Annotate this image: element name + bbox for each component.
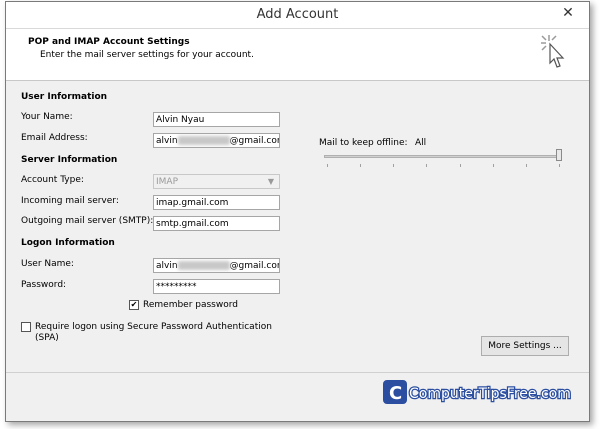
slider-tick	[492, 164, 494, 167]
close-button[interactable]: ✕	[555, 4, 581, 22]
spa-label-line2: (SPA)	[35, 333, 59, 343]
watermark-text: ComputerTipsFree.com	[409, 386, 571, 402]
email-prefix: alvin	[156, 136, 178, 146]
outgoing-server-input[interactable]: smtp.gmail.com	[153, 216, 280, 231]
email-address-input[interactable]: alvin @gmail.com	[153, 133, 280, 148]
header-subtitle: Enter the mail server settings for your …	[40, 50, 254, 60]
password-input[interactable]: *********	[153, 279, 280, 294]
mail-offline-label: Mail to keep offline:	[319, 138, 408, 148]
account-type-label: Account Type:	[21, 175, 84, 185]
password-label: Password:	[21, 280, 67, 290]
user-info-heading: User Information	[21, 92, 108, 102]
username-prefix: alvin	[156, 261, 178, 271]
footer-divider	[6, 372, 589, 373]
offline-slider-track[interactable]	[324, 155, 562, 158]
remember-password-checkbox[interactable]: ✔	[129, 300, 139, 310]
chevron-down-icon: ▼	[267, 177, 275, 186]
spa-label-line1: Require logon using Secure Password Auth…	[35, 322, 272, 332]
slider-tick	[559, 164, 560, 167]
header-title: POP and IMAP Account Settings	[28, 37, 190, 47]
slider-tick	[426, 164, 428, 167]
add-account-dialog: Add Account ✕ POP and IMAP Account Setti…	[5, 1, 590, 422]
dialog-header: POP and IMAP Account Settings Enter the …	[6, 29, 589, 81]
redacted-blur	[177, 136, 230, 145]
spa-checkbox[interactable]	[21, 322, 31, 332]
slider-tick	[393, 164, 395, 167]
redacted-blur	[177, 261, 230, 270]
slider-tick	[525, 164, 527, 167]
logon-info-heading: Logon Information	[21, 238, 115, 248]
mail-offline-value: All	[415, 138, 427, 148]
watermark-logo: C ComputerTipsFree.com	[383, 378, 583, 406]
window-title: Add Account	[256, 7, 339, 22]
your-name-input[interactable]: Alvin Nyau	[153, 112, 280, 127]
outgoing-server-label: Outgoing mail server (SMTP):	[21, 216, 154, 226]
svg-text:C: C	[389, 383, 402, 404]
remember-password-label: Remember password	[143, 300, 238, 310]
slider-tick	[360, 164, 362, 167]
account-type-select: IMAP ▼	[153, 174, 280, 189]
incoming-server-input[interactable]: imap.gmail.com	[153, 195, 280, 210]
offline-slider-thumb[interactable]	[556, 149, 562, 161]
incoming-server-label: Incoming mail server:	[21, 196, 119, 206]
email-suffix: @gmail.com	[229, 136, 279, 146]
wizard-cursor-icon	[541, 35, 565, 68]
username-suffix: @gmail.com	[229, 261, 279, 271]
slider-tick	[459, 164, 461, 167]
user-name-input[interactable]: alvin @gmail.com	[153, 258, 280, 273]
your-name-label: Your Name:	[21, 112, 73, 122]
email-address-label: Email Address:	[21, 133, 88, 143]
user-name-label: User Name:	[21, 259, 74, 269]
more-settings-button[interactable]: More Settings ...	[481, 336, 569, 356]
slider-tick	[327, 164, 328, 167]
account-type-value: IMAP	[156, 177, 179, 187]
title-bar: Add Account ✕	[6, 2, 589, 29]
server-info-heading: Server Information	[21, 155, 118, 165]
